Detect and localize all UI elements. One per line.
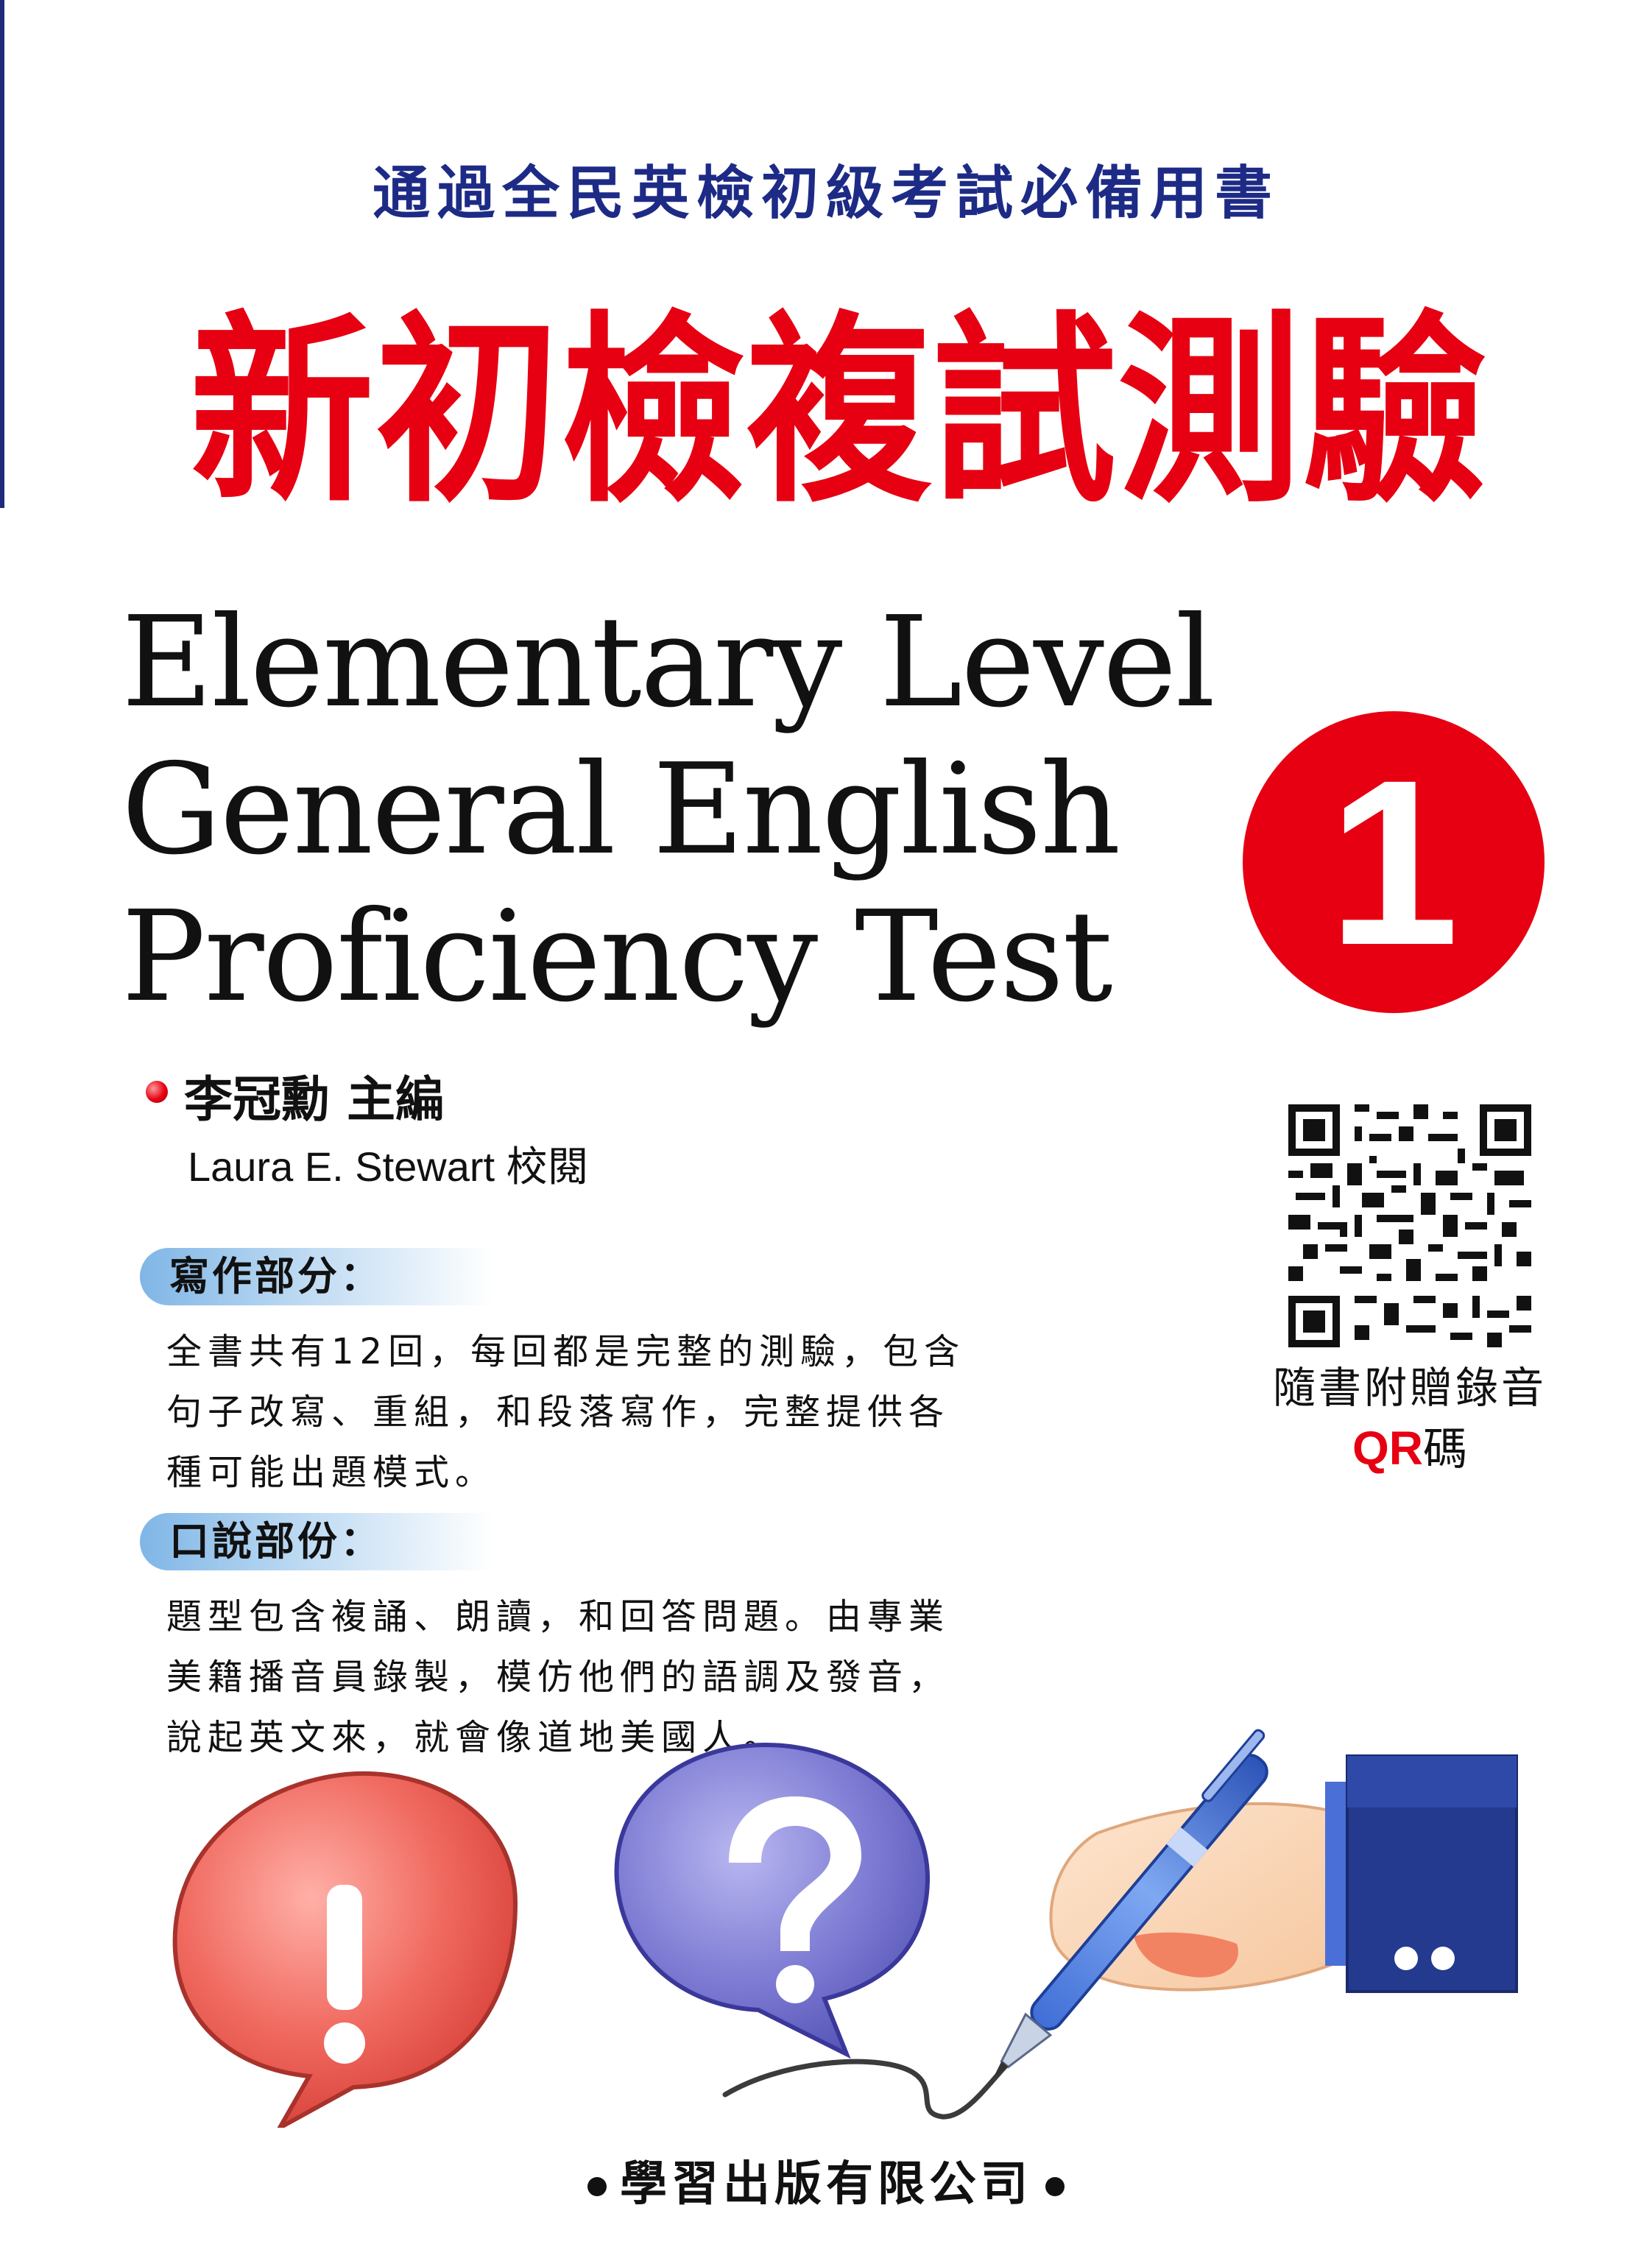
qr-label-suffix: 碼: [1423, 1424, 1467, 1475]
qr-code-icon[interactable]: [1288, 1104, 1531, 1347]
editor-bullet-icon: [146, 1081, 168, 1103]
qr-label-prefix: QR: [1352, 1422, 1423, 1475]
editor-credit: 李冠勳 主編: [184, 1071, 444, 1128]
english-title-line-3: Proficiency Test: [121, 884, 1113, 1030]
speech-bubble-exclamation-icon: [172, 1771, 518, 2128]
qr-label: QR碼: [1237, 1414, 1583, 1478]
main-title: 新初檢複試測驗: [190, 294, 1489, 530]
volume-number: 1: [1328, 730, 1459, 994]
writing-illustration: [172, 1729, 1518, 2128]
writing-section: 寫作部分： 全書共有12回，每回都是完整的測驗，包含 句子改寫、重組，和段落寫作…: [140, 1248, 998, 1503]
english-title: Elementary Level General English Profici…: [121, 589, 1215, 1031]
writing-section-label: 寫作部分：: [140, 1248, 493, 1305]
publisher-bullet-icon: [1045, 2177, 1065, 2197]
speech-bubble-question-icon: [614, 1742, 931, 2059]
sleeve-icon: [1325, 1754, 1518, 1993]
english-title-line-1: Elementary Level: [121, 590, 1215, 736]
publisher: 學習出版有限公司: [0, 2146, 1652, 2214]
reviewer-credit: Laura E. Stewart 校閱: [188, 1143, 589, 1190]
english-title-line-2: General English: [121, 737, 1120, 883]
volume-badge: 1: [1243, 711, 1545, 1013]
left-edge-rule: [0, 0, 4, 508]
publisher-bullet-icon: [587, 2177, 607, 2197]
writing-section-body: 全書共有12回，每回都是完整的測驗，包含 句子改寫、重組，和段落寫作，完整提供各…: [166, 1331, 966, 1493]
publisher-name: 學習出版有限公司: [620, 2157, 1032, 2212]
speaking-section-label: 口說部份：: [140, 1513, 493, 1570]
cover-tagline: 通過全民英檢初級考試必備用書: [372, 161, 1279, 227]
qr-caption: 隨書附贈錄音: [1272, 1363, 1547, 1413]
